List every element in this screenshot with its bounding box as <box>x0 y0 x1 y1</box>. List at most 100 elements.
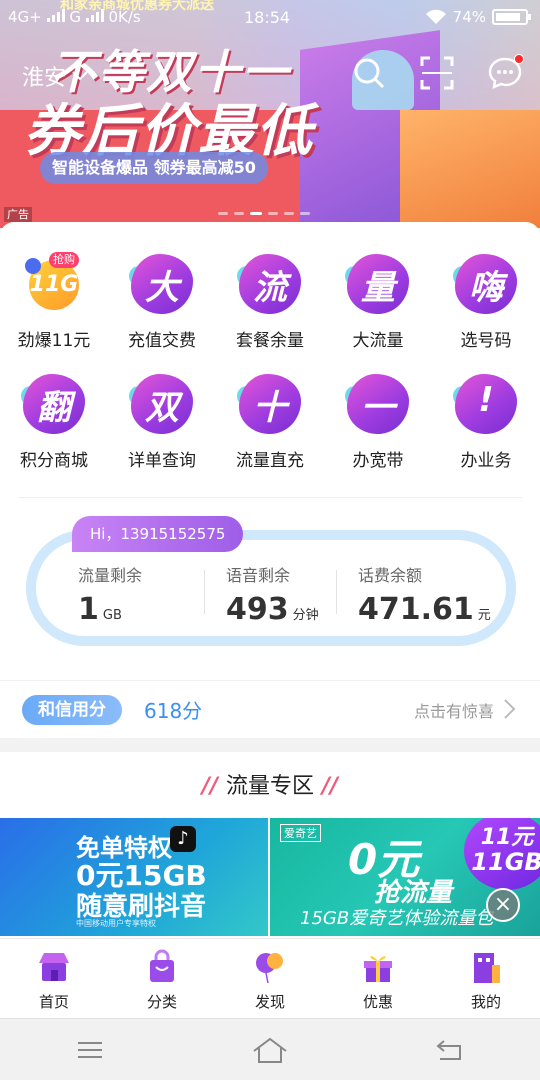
system-nav-bar <box>0 1018 540 1080</box>
service-item[interactable]: 嗨 选号码 <box>432 252 540 372</box>
recharge-icon: 大 <box>129 252 193 314</box>
data-remaining[interactable]: 流量剩余 1 GB <box>78 562 142 627</box>
message-button[interactable] <box>488 54 524 90</box>
service-label: 办宽带 <box>352 451 404 471</box>
service-row: 翻 积分商城 双 详单查询 十 流量直充 一 办宽带 ! 办业务 <box>0 372 540 492</box>
nav-label: 首页 <box>38 993 69 1011</box>
title-deco: // <box>201 774 218 799</box>
header-actions <box>352 54 524 90</box>
separator <box>336 570 337 614</box>
iqiyi-logo: 爱奇艺 <box>280 824 321 842</box>
scan-button[interactable] <box>420 56 454 90</box>
business-icon: ! <box>453 372 517 434</box>
service-label: 劲爆11元 <box>17 331 91 351</box>
title-deco: // <box>322 774 339 799</box>
service-label: 大流量 <box>352 331 404 351</box>
credit-row[interactable]: 和信用分 618分 点击有惊喜 <box>0 680 540 736</box>
icon-tag: 抢购 <box>49 252 79 268</box>
menu-button[interactable] <box>70 1035 110 1065</box>
ad-tag: 广告 <box>4 207 32 222</box>
signal-icon <box>46 9 65 22</box>
nav-item-home[interactable]: 首页 <box>0 939 108 1018</box>
balance-label: 话费余额 <box>358 566 423 585</box>
menu-icon <box>78 1041 102 1058</box>
service-label: 套餐余量 <box>236 331 304 351</box>
data-zone-section: //流量专区// 免单特权 ♪ 0元15GB 随意刷抖音 中国移动用户专享特权 … <box>0 752 540 938</box>
plan-balance-icon: 流 <box>237 252 301 314</box>
network-type: 4G+ <box>8 8 42 26</box>
service-item[interactable]: 大 充值交费 <box>108 252 216 372</box>
nav-item-mine[interactable]: 我的 <box>432 939 540 1018</box>
fee-balance[interactable]: 话费余额 471.61 元 <box>358 562 491 627</box>
tiktok-logo-icon: ♪ <box>170 826 196 852</box>
building-icon <box>474 953 500 983</box>
search-button[interactable] <box>352 56 386 90</box>
bag-icon <box>150 949 174 982</box>
divider <box>18 497 522 498</box>
home-button[interactable] <box>250 1035 290 1065</box>
seal-price: 11元 <box>480 825 534 850</box>
service-item[interactable]: 十 流量直充 <box>216 372 324 492</box>
close-floating-button[interactable]: × <box>486 888 520 922</box>
clock: 18:54 <box>244 8 291 27</box>
banner-pager <box>218 212 310 215</box>
credit-hint: 点击有惊喜 <box>413 702 494 721</box>
app-screen: 和家亲商城优惠券大派送 不等双十一 券后价最低 智能设备爆品 领券最高减50 广… <box>0 0 540 1080</box>
pager-dot <box>284 212 294 215</box>
icon-glyph: 翻 <box>37 388 71 428</box>
network-type-2: G <box>69 8 81 26</box>
balloon-icon <box>256 953 283 984</box>
battery-percent: 74% <box>452 8 486 26</box>
service-label: 选号码 <box>460 331 512 351</box>
wifi-icon <box>425 9 446 24</box>
voice-remaining[interactable]: 语音剩余 493 分钟 <box>226 562 319 627</box>
service-item[interactable]: ! 办业务 <box>432 372 540 492</box>
service-item[interactable]: 量 大流量 <box>324 252 432 372</box>
broadband-icon: 一 <box>345 372 409 434</box>
service-label: 办业务 <box>460 451 512 471</box>
net-speed: 0K/s <box>108 8 141 26</box>
nav-item-discover[interactable]: 发现 <box>216 939 324 1018</box>
city-selector[interactable]: 淮安 <box>22 60 88 92</box>
scan-icon <box>420 56 454 90</box>
service-label: 流量直充 <box>236 451 304 471</box>
credit-score: 618分 <box>144 699 203 723</box>
icon-glyph: 11G <box>29 272 79 297</box>
unread-dot <box>514 54 524 64</box>
back-button[interactable] <box>430 1035 470 1065</box>
separator <box>204 570 205 614</box>
points-mall-icon: 翻 <box>21 372 85 434</box>
balance-value: 493 <box>226 592 289 627</box>
icon-glyph: 双 <box>145 388 179 428</box>
big-data-icon: 量 <box>345 252 409 314</box>
balance-unit: 分钟 <box>292 608 319 623</box>
status-bar: 4G+ G 0K/s 18:54 74% <box>0 0 540 36</box>
service-item[interactable]: 双 详单查询 <box>108 372 216 492</box>
nav-label: 优惠 <box>362 993 393 1011</box>
battery-icon <box>492 9 531 25</box>
service-item[interactable]: 抢购 11G 劲爆11元 <box>0 252 108 372</box>
balance-value-wrap: 493 分钟 <box>226 592 319 627</box>
balance-value: 1 <box>78 592 99 627</box>
icon-glyph: 量 <box>361 268 395 308</box>
douyin-promo-card[interactable]: 免单特权 ♪ 0元15GB 随意刷抖音 中国移动用户专享特权 <box>0 818 268 936</box>
close-icon: × <box>493 892 513 917</box>
balance-unit: GB <box>102 608 122 623</box>
balance-value-wrap: 471.61 元 <box>358 592 491 627</box>
chevron-right-icon <box>504 699 516 719</box>
banner-cube-orange <box>400 110 540 228</box>
service-item[interactable]: 翻 积分商城 <box>0 372 108 492</box>
back-icon <box>436 1039 461 1060</box>
search-icon <box>354 58 385 89</box>
service-item[interactable]: 一 办宽带 <box>324 372 432 492</box>
status-right: 74% <box>425 8 531 26</box>
signal-icon <box>85 9 104 22</box>
chevron-down-icon <box>72 71 88 81</box>
nav-item-category[interactable]: 分类 <box>108 939 216 1018</box>
promo-line: 15GB爱奇艺体验流量包 <box>300 908 494 929</box>
service-item[interactable]: 流 套餐余量 <box>216 252 324 372</box>
icon-glyph: 十 <box>253 388 287 428</box>
services-card: 抢购 11G 劲爆11元 大 充值交费 流 套餐余量 量 大流量 嗨 选号码 翻… <box>0 222 540 738</box>
gift-icon <box>364 956 392 982</box>
nav-item-deals[interactable]: 优惠 <box>324 939 432 1018</box>
